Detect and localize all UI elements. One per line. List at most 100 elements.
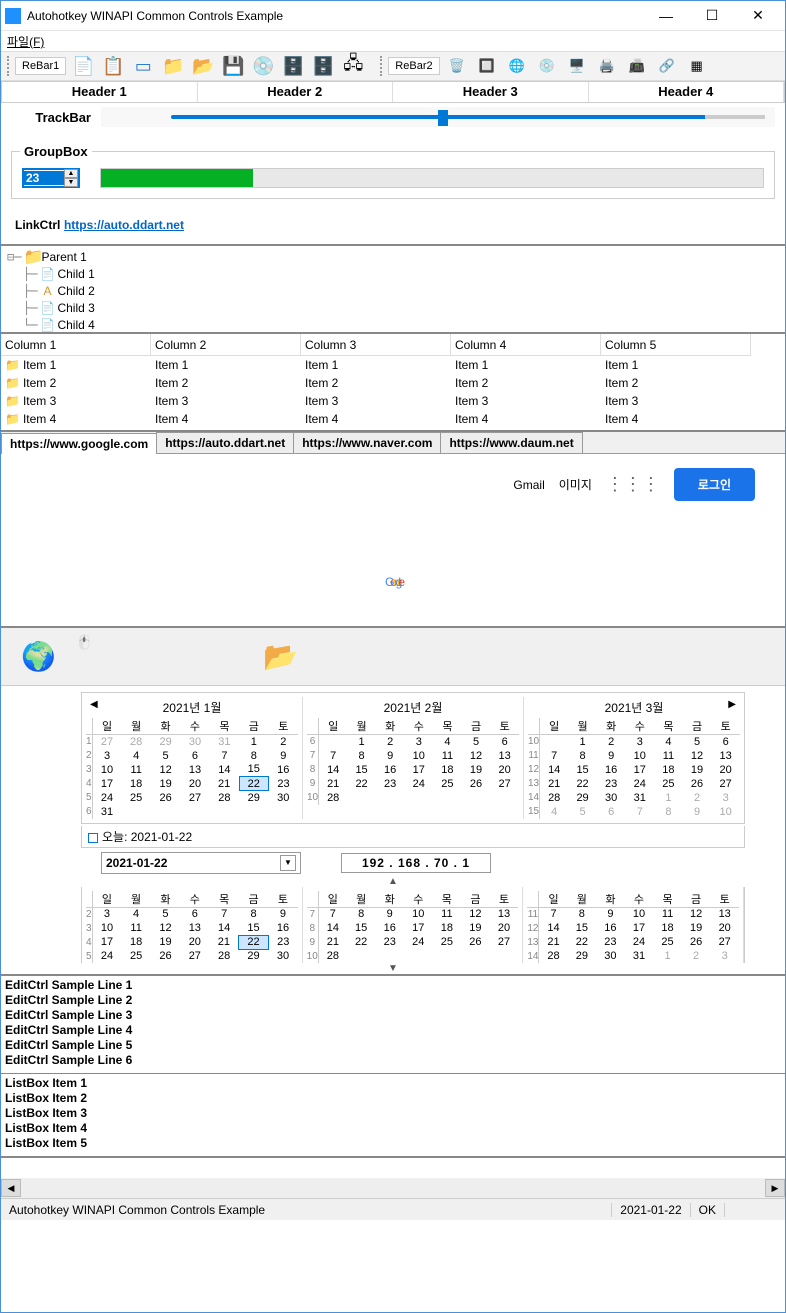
tab-daum[interactable]: https://www.daum.net	[440, 432, 582, 453]
month-calendar-2[interactable]: 일월화수목금토234567893101112131415164171819202…	[81, 887, 745, 964]
lv-col[interactable]: Column 4	[451, 334, 601, 356]
trackbar-row: TrackBar	[1, 103, 785, 131]
trackbar-thumb[interactable]	[438, 110, 448, 126]
rebar-grip[interactable]	[7, 56, 11, 76]
status-date: 2021-01-22	[612, 1203, 690, 1217]
cal-today-footer[interactable]: 오늘: 2021-01-22	[81, 826, 745, 848]
ip-address-control[interactable]: 192 . 168 . 70 . 1	[341, 853, 491, 873]
scrollbar-horizontal[interactable]: ◀ ▶	[1, 1178, 785, 1198]
linkctrl-link[interactable]: https://auto.ddart.net	[64, 218, 184, 232]
rebar-grip-2[interactable]	[380, 56, 384, 76]
folder-icon[interactable]: 📁	[160, 53, 186, 79]
list-item[interactable]: ListBox Item 3	[5, 1106, 781, 1121]
rebar2-label: ReBar2	[388, 57, 439, 75]
list-item[interactable]: ListBox Item 4	[5, 1121, 781, 1136]
lv-col[interactable]: Column 1	[1, 334, 151, 356]
login-button[interactable]: 로그인	[674, 468, 755, 501]
scroll-track[interactable]	[21, 1179, 765, 1197]
spin-input[interactable]	[24, 171, 64, 185]
chip-icon[interactable]: 🔲	[474, 53, 500, 79]
header-4[interactable]: Header 4	[589, 82, 785, 102]
edit-line[interactable]: EditCtrl Sample Line 2	[5, 993, 781, 1008]
lv-col[interactable]: Column 5	[601, 334, 751, 356]
datepicker-value[interactable]: 2021-01-22	[106, 856, 167, 870]
monitor-icon[interactable]: 🖥️	[564, 53, 590, 79]
tab-google[interactable]: https://www.google.com	[1, 433, 157, 454]
statusbar: Autohotkey WINAPI Common Controls Exampl…	[1, 1198, 785, 1220]
edit-line[interactable]: EditCtrl Sample Line 5	[5, 1038, 781, 1053]
table-row[interactable]: 📁Item 1Item 1Item 1Item 1Item 1	[1, 356, 785, 374]
drive-icon[interactable]: 💾	[220, 53, 246, 79]
pager-down-icon[interactable]: ▼	[1, 963, 785, 974]
window-icon[interactable]: ▭	[130, 53, 156, 79]
delete-icon[interactable]: 🗑️	[444, 53, 470, 79]
listview[interactable]: Column 1 Column 2 Column 3 Column 4 Colu…	[1, 334, 785, 432]
minimize-button[interactable]: —	[643, 1, 689, 31]
header-1[interactable]: Header 1	[2, 82, 198, 102]
edit-line[interactable]: EditCtrl Sample Line 3	[5, 1008, 781, 1023]
cd-icon[interactable]: 💿	[534, 53, 560, 79]
globe-icon[interactable]: 🌐	[504, 53, 530, 79]
floppy-icon[interactable]: 💿	[250, 53, 276, 79]
apps-icon[interactable]: ⋮⋮⋮	[606, 474, 660, 495]
grid-icon[interactable]: ▦	[684, 53, 710, 79]
table-row[interactable]: 📁Item 3Item 3Item 3Item 3Item 3	[1, 392, 785, 410]
trackbar[interactable]	[101, 107, 775, 127]
network-icon[interactable]: 🔗	[654, 53, 680, 79]
month-calendar[interactable]: ◀ ▶ 2021년 1월일월화수목금토127282930311223456789…	[81, 692, 745, 824]
tree-parent[interactable]: Parent 1	[41, 250, 86, 264]
groupbox: GroupBox ▲ ▼	[11, 151, 775, 199]
folder-open-icon[interactable]: 📂	[190, 53, 216, 79]
edit-line[interactable]: EditCtrl Sample Line 4	[5, 1023, 781, 1038]
list-item[interactable]: ListBox Item 5	[5, 1136, 781, 1151]
spin-down-icon[interactable]: ▼	[64, 178, 78, 187]
list-item[interactable]: ListBox Item 2	[5, 1091, 781, 1106]
hdd1-icon[interactable]: 🗄️	[280, 53, 306, 79]
printer-icon[interactable]: 🖨️	[594, 53, 620, 79]
table-row[interactable]: 📁Item 4Item 4Item 4Item 4Item 4	[1, 410, 785, 428]
tree-child[interactable]: Child 4	[57, 318, 94, 332]
treeview[interactable]: ⊟─📁Parent 1 ├─📄Child 1 ├─AChild 2 ├─📄Chi…	[1, 244, 785, 334]
hdd2-icon[interactable]: 🗄️	[310, 53, 336, 79]
images-link[interactable]: 이미지	[559, 476, 592, 493]
scroll-right-icon[interactable]: ▶	[765, 1179, 785, 1197]
edit-line[interactable]: EditCtrl Sample Line 6	[5, 1053, 781, 1068]
properties-icon[interactable]: 📋	[100, 53, 126, 79]
folder-large-icon[interactable]: 📂	[263, 640, 298, 673]
table-row[interactable]: 📁Item 2Item 2Item 2Item 2Item 2	[1, 374, 785, 392]
status-ok: OK	[691, 1203, 725, 1217]
gmail-link[interactable]: Gmail	[513, 478, 544, 492]
globe-large-icon[interactable]: 🌍	[21, 640, 56, 673]
list-item[interactable]: ListBox Item 1	[5, 1076, 781, 1091]
cal-next-icon[interactable]: ▶	[728, 699, 736, 710]
tab-control: https://www.google.com https://auto.ddar…	[1, 432, 785, 454]
datetime-picker[interactable]: 2021-01-22 ▼	[101, 852, 301, 874]
lv-col[interactable]: Column 3	[301, 334, 451, 356]
close-button[interactable]: ✕	[735, 1, 781, 31]
lv-col[interactable]: Column 2	[151, 334, 301, 356]
maximize-button[interactable]: ☐	[689, 1, 735, 31]
tab-naver[interactable]: https://www.naver.com	[293, 432, 441, 453]
new-file-icon[interactable]: 📄	[70, 53, 96, 79]
link-row: LinkCtrl https://auto.ddart.net	[1, 209, 785, 244]
datepicker-dropdown-icon[interactable]: ▼	[280, 855, 296, 871]
pager-up-icon[interactable]: ▲	[1, 876, 785, 887]
app-icon	[5, 8, 21, 24]
header-2[interactable]: Header 2	[198, 82, 394, 102]
print2-icon[interactable]: 📠	[624, 53, 650, 79]
updown-control[interactable]: ▲ ▼	[22, 168, 80, 188]
header-3[interactable]: Header 3	[393, 82, 589, 102]
tree-child[interactable]: Child 3	[57, 301, 94, 315]
edit-control[interactable]: EditCtrl Sample Line 1EditCtrl Sample Li…	[1, 974, 785, 1074]
spin-up-icon[interactable]: ▲	[64, 169, 78, 178]
edit-line[interactable]: EditCtrl Sample Line 1	[5, 978, 781, 993]
network-drive-icon[interactable]: 🖧	[340, 53, 366, 79]
tab-ddart[interactable]: https://auto.ddart.net	[156, 432, 294, 453]
cal-prev-icon[interactable]: ◀	[90, 699, 98, 710]
tree-child[interactable]: Child 1	[57, 267, 94, 281]
listbox[interactable]: ListBox Item 1ListBox Item 2ListBox Item…	[1, 1074, 785, 1158]
menu-file[interactable]: 파일(F)	[7, 35, 44, 49]
browser-pane[interactable]: Gmail 이미지 ⋮⋮⋮ 로그인 Google	[1, 454, 785, 626]
scroll-left-icon[interactable]: ◀	[1, 1179, 21, 1197]
tree-child[interactable]: Child 2	[57, 284, 94, 298]
